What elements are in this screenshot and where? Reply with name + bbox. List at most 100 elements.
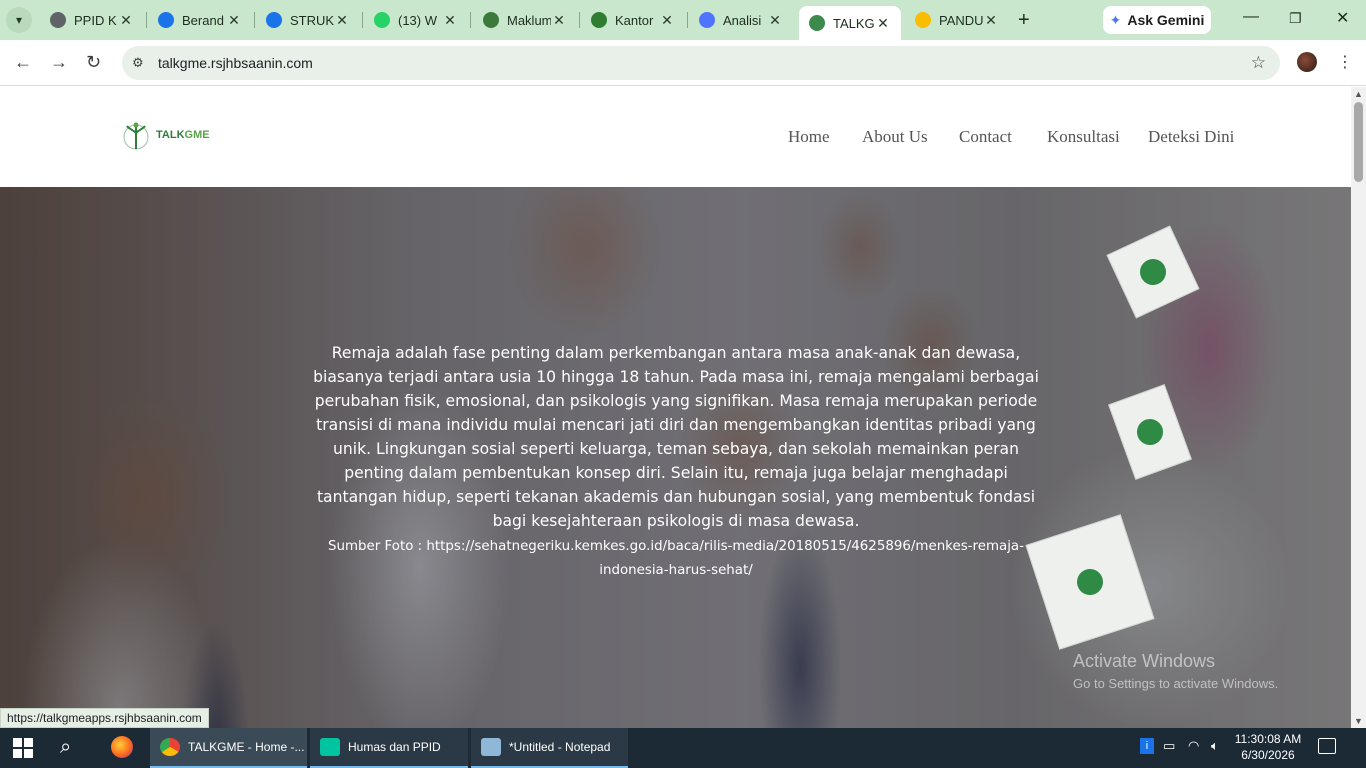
bookmark-star-icon[interactable]: ☆ bbox=[1251, 53, 1266, 73]
tab-close-icon[interactable]: ✕ bbox=[551, 12, 567, 29]
browser-tab[interactable]: PANDU ✕ bbox=[905, 6, 1009, 34]
gemini-icon: ✦ bbox=[1109, 11, 1122, 28]
tab-separator bbox=[579, 12, 580, 28]
tab-favicon-icon bbox=[374, 12, 390, 28]
tab-close-icon[interactable]: ✕ bbox=[226, 12, 242, 29]
taskbar-item-label: Humas dan PPID bbox=[348, 740, 441, 754]
tab-title: Berand bbox=[182, 12, 224, 28]
tab-close-icon[interactable]: ✕ bbox=[983, 12, 999, 29]
scroll-thumb[interactable] bbox=[1354, 102, 1363, 182]
firefox-icon[interactable] bbox=[111, 736, 133, 758]
tab-title: Kantor bbox=[615, 12, 654, 28]
windows-start-icon[interactable] bbox=[13, 738, 33, 758]
logo-text-gme: GME bbox=[184, 129, 210, 141]
tab-separator bbox=[146, 12, 147, 28]
nav-about-us[interactable]: About Us bbox=[862, 127, 928, 147]
photo-source: Sumber Foto : https://sehatnegeriku.kemk… bbox=[328, 539, 1024, 578]
clock-date: 6/30/2026 bbox=[1241, 748, 1295, 762]
scroll-up-icon[interactable]: ▲ bbox=[1354, 89, 1363, 99]
tab-search-button[interactable]: ▾ bbox=[6, 7, 32, 33]
tab-close-icon[interactable]: ✕ bbox=[118, 12, 134, 29]
ask-gemini-button[interactable]: ✦ Ask Gemini bbox=[1103, 6, 1211, 34]
tab-title: PANDU bbox=[939, 12, 983, 28]
browser-tab[interactable]: Maklum ✕ bbox=[473, 6, 577, 34]
watermark-title: Activate Windows bbox=[1073, 651, 1216, 671]
taskbar-item-notepad[interactable]: *Untitled - Notepad bbox=[471, 728, 628, 768]
scroll-down-icon[interactable]: ▼ bbox=[1354, 716, 1363, 726]
taskbar-item-chrome[interactable]: TALKGME - Home -... bbox=[150, 728, 307, 768]
browser-tab[interactable]: PPID K ✕ bbox=[40, 6, 144, 34]
clock-time: 11:30:08 AM bbox=[1234, 732, 1302, 746]
tab-favicon-icon bbox=[266, 12, 282, 28]
tab-title: PPID K bbox=[74, 12, 117, 28]
info-tray-icon[interactable]: i bbox=[1140, 738, 1154, 754]
profile-avatar[interactable] bbox=[1297, 52, 1317, 72]
watermark-subtitle: Go to Settings to activate Windows. bbox=[1073, 676, 1279, 691]
site-logo[interactable]: TALKGME bbox=[118, 119, 210, 151]
hero-description: Remaja adalah fase penting dalam perkemb… bbox=[313, 344, 1039, 530]
hero-flag bbox=[1106, 225, 1200, 319]
web-page: TALKGME Home About Us Contact Konsultasi… bbox=[0, 87, 1351, 728]
tab-separator bbox=[254, 12, 255, 28]
nav-konsultasi[interactable]: Konsultasi bbox=[1047, 127, 1120, 147]
tab-close-icon[interactable]: ✕ bbox=[875, 15, 891, 32]
status-url-bubble: https://talkgmeapps.rsjhbsaanin.com bbox=[0, 708, 209, 728]
browser-menu-icon[interactable]: ⋮ bbox=[1337, 52, 1353, 72]
nav-deteksi-dini[interactable]: Deteksi Dini bbox=[1148, 127, 1234, 147]
new-tab-button[interactable]: + bbox=[1018, 9, 1030, 32]
taskbar-clock[interactable]: 11:30:08 AM 6/30/2026 bbox=[1230, 731, 1306, 763]
nav-home[interactable]: Home bbox=[788, 127, 830, 147]
activate-windows-watermark: Activate Windows Go to Settings to activ… bbox=[1073, 651, 1278, 691]
tab-favicon-icon bbox=[809, 15, 825, 31]
volume-icon[interactable]: 🔈︎ bbox=[1211, 738, 1219, 754]
nav-contact[interactable]: Contact bbox=[959, 127, 1012, 147]
battery-icon[interactable]: ▭ bbox=[1163, 738, 1175, 754]
browser-tab[interactable]: Kantor ✕ bbox=[581, 6, 685, 34]
browser-tab[interactable]: Analisi ✕ bbox=[689, 6, 793, 34]
forward-icon[interactable]: → bbox=[50, 52, 68, 73]
logo-text-talk: TALK bbox=[156, 129, 185, 141]
browser-tab[interactable]: Berand ✕ bbox=[148, 6, 252, 34]
site-header: TALKGME Home About Us Contact Konsultasi… bbox=[0, 87, 1351, 187]
taskbar-search-icon[interactable]: ⌕ bbox=[60, 736, 71, 759]
ask-gemini-label: Ask Gemini bbox=[1127, 12, 1205, 28]
logo-tree-icon bbox=[123, 122, 149, 150]
tab-close-icon[interactable]: ✕ bbox=[767, 12, 783, 29]
hero-flag bbox=[1108, 384, 1192, 480]
tab-close-icon[interactable]: ✕ bbox=[659, 12, 675, 29]
tab-close-icon[interactable]: ✕ bbox=[442, 12, 458, 29]
browser-tab[interactable]: (13) W ✕ bbox=[364, 6, 468, 34]
notification-center-icon[interactable] bbox=[1318, 738, 1336, 754]
tab-favicon-icon bbox=[915, 12, 931, 28]
folder-icon bbox=[320, 738, 340, 756]
page-scrollbar[interactable]: ▲ ▼ bbox=[1351, 87, 1366, 728]
tab-separator bbox=[362, 12, 363, 28]
back-icon[interactable]: ← bbox=[14, 52, 32, 73]
taskbar-item-folder[interactable]: Humas dan PPID bbox=[310, 728, 468, 768]
tab-favicon-icon bbox=[158, 12, 174, 28]
tab-favicon-icon bbox=[591, 12, 607, 28]
browser-tab[interactable]: STRUK ✕ bbox=[256, 6, 360, 34]
tab-title: Analisi bbox=[723, 12, 762, 28]
logo-text: TALKGME bbox=[156, 129, 210, 141]
tab-separator bbox=[470, 12, 471, 28]
restore-icon[interactable]: ❐ bbox=[1289, 10, 1302, 27]
tab-title: Maklum bbox=[507, 12, 551, 28]
browser-tab[interactable]: TALKGI ✕ bbox=[799, 6, 901, 40]
tab-close-icon[interactable]: ✕ bbox=[334, 12, 350, 29]
hero-text: Remaja adalah fase penting dalam perkemb… bbox=[305, 341, 1047, 583]
tab-favicon-icon bbox=[483, 12, 499, 28]
tab-favicon-icon bbox=[50, 12, 66, 28]
tab-favicon-icon bbox=[699, 12, 715, 28]
close-window-icon[interactable]: ✕ bbox=[1336, 8, 1349, 28]
reload-icon[interactable]: ↻ bbox=[86, 52, 101, 73]
taskbar-item-label: TALKGME - Home -... bbox=[188, 740, 305, 754]
address-bar[interactable]: ⚙ talkgme.rsjhbsaanin.com ☆ bbox=[122, 46, 1280, 80]
chrome-icon bbox=[160, 738, 180, 756]
site-info-icon[interactable]: ⚙ bbox=[132, 55, 144, 71]
minimize-icon[interactable]: — bbox=[1243, 8, 1259, 26]
tab-title: STRUK bbox=[290, 12, 334, 28]
url-text[interactable]: talkgme.rsjhbsaanin.com bbox=[158, 55, 313, 71]
tab-title: (13) W bbox=[398, 12, 437, 28]
wifi-icon[interactable]: ◠ bbox=[1188, 738, 1199, 754]
